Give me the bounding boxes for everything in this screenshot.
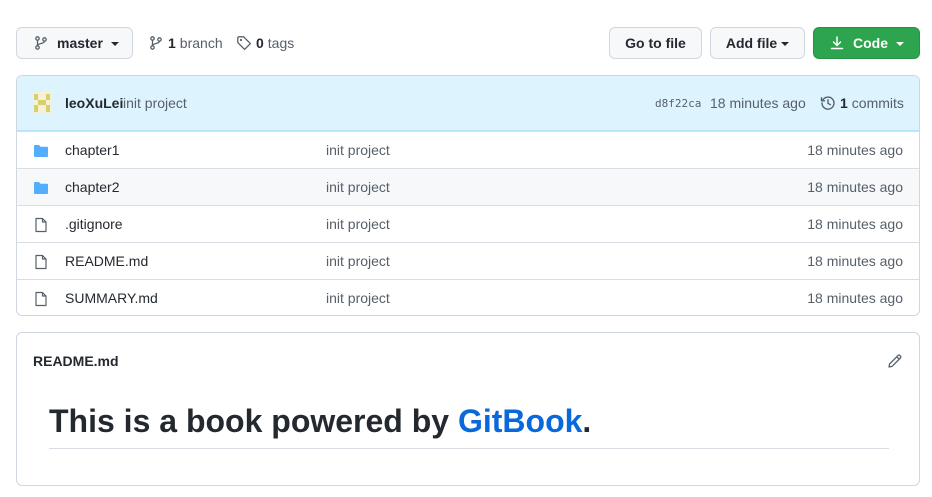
file-icon [35,291,47,307]
pencil-icon[interactable] [887,353,903,369]
folder-icon [34,145,48,157]
history-icon [820,96,835,110]
code-label: Code [853,35,888,51]
tag-word: tags [267,35,295,51]
commit-time: 18 minutes ago [710,95,806,111]
file-name-link[interactable]: .gitignore [65,216,123,232]
branch-count: 1 [168,35,176,51]
file-name-link[interactable]: SUMMARY.md [65,290,158,306]
readme-heading: This is a book powered by GitBook. [49,403,889,449]
branches-link[interactable]: 1 branch [148,27,223,59]
branch-name: master [57,35,103,51]
commits-history-link[interactable]: 1 commits [820,95,904,111]
file-row[interactable]: .gitignore init project 18 minutes ago [17,205,919,242]
file-commit-time: 18 minutes ago [807,290,903,306]
file-commit-message[interactable]: init project [326,179,390,195]
file-commit-time: 18 minutes ago [807,179,903,195]
commit-message-link[interactable]: init project [123,95,187,111]
code-button[interactable]: Code [813,27,920,59]
file-name-link[interactable]: chapter2 [65,179,119,195]
readme-heading-suffix: . [582,403,592,439]
file-row[interactable]: chapter2 init project 18 minutes ago [17,168,919,205]
file-row[interactable]: chapter1 init project 18 minutes ago [17,131,919,168]
file-commit-time: 18 minutes ago [807,216,903,232]
file-commit-message[interactable]: init project [326,253,390,269]
file-name-link[interactable]: chapter1 [65,142,119,158]
tag-icon [237,36,252,51]
file-icon [35,217,47,233]
folder-icon [34,182,48,194]
commit-count: 1 [840,95,848,111]
file-commit-message[interactable]: init project [326,142,390,158]
add-file-label: Add file [725,35,778,51]
latest-commit-bar: leoXuLei init project d8f22ca 18 minutes… [17,76,919,131]
avatar[interactable] [33,92,51,114]
git-branch-icon [150,36,162,50]
file-row[interactable]: SUMMARY.md init project 18 minutes ago [17,279,919,315]
git-branch-icon [35,36,47,50]
readme-title: README.md [33,353,119,369]
tag-count: 0 [256,35,264,51]
file-name-link[interactable]: README.md [65,253,148,269]
branch-word: branch [179,35,223,51]
commit-count-word: commits [851,95,904,111]
repo-toolbar: master 1 branch 0 tags Go to file Add fi… [16,27,920,60]
readme-heading-text: This is a book powered by [49,403,458,439]
file-row[interactable]: README.md init project 18 minutes ago [17,242,919,279]
file-icon [35,254,47,270]
file-commit-message[interactable]: init project [326,290,390,306]
file-commit-time: 18 minutes ago [807,142,903,158]
tags-link[interactable]: 0 tags [236,27,294,59]
add-file-button[interactable]: Add file [710,27,805,59]
commit-sha-link[interactable]: d8f22ca [655,97,701,110]
go-to-file-button[interactable]: Go to file [609,27,702,59]
chevron-down-icon [781,42,790,46]
file-commit-message[interactable]: init project [326,216,390,232]
chevron-down-icon [896,42,904,46]
file-commit-time: 18 minutes ago [807,253,903,269]
branch-select-button[interactable]: master [16,27,133,59]
file-list-box: leoXuLei init project d8f22ca 18 minutes… [16,75,920,316]
go-to-file-label: Go to file [625,35,686,51]
commit-author-link[interactable]: leoXuLei [65,95,123,111]
gitbook-link[interactable]: GitBook [458,403,582,439]
readme-box: README.md This is a book powered by GitB… [16,332,920,486]
chevron-down-icon [110,42,119,46]
download-icon [830,36,844,50]
